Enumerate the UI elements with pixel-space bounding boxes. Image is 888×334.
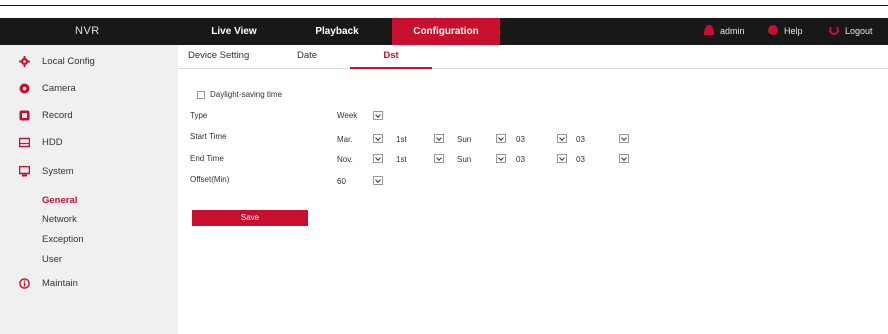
start-time-label: Start Time	[190, 132, 227, 141]
tab-date[interactable]: Date	[297, 45, 317, 67]
sidebar-item-camera[interactable]: Camera	[0, 75, 178, 102]
daylight-saving-checkbox[interactable]	[197, 91, 205, 99]
logout-label: Logout	[845, 26, 873, 36]
end-time-label: End Time	[190, 154, 224, 163]
end-week-dropdown[interactable]	[434, 154, 444, 163]
sidebar-item-hdd[interactable]: HDD	[0, 129, 178, 156]
top-navigation-bar: NVR Live View Playback Configuration adm…	[0, 18, 888, 45]
save-button[interactable]: Save	[192, 210, 308, 226]
sidebar-item-local-config[interactable]: Local Config	[0, 48, 178, 75]
admin-link[interactable]: admin	[704, 18, 745, 45]
sidebar-item-label: Camera	[42, 83, 76, 94]
sidebar-item-label: Local Config	[42, 56, 95, 67]
sidebar-subitem-general[interactable]: General	[42, 195, 77, 206]
info-icon	[19, 278, 30, 289]
top-border	[0, 0, 888, 6]
sidebar-item-label: Maintain	[42, 278, 78, 289]
admin-label: admin	[720, 26, 745, 36]
end-minute-value: 03	[576, 155, 585, 164]
type-dropdown[interactable]	[373, 111, 383, 120]
user-icon	[704, 25, 714, 35]
start-minute-value: 03	[576, 135, 585, 144]
sidebar-subitem-user[interactable]: User	[42, 254, 62, 265]
start-week-value: 1st	[396, 135, 407, 144]
sidebar-item-maintain[interactable]: Maintain	[0, 270, 178, 297]
gear-icon	[19, 56, 30, 67]
type-value: Week	[337, 111, 358, 120]
help-link[interactable]: Help	[768, 18, 803, 45]
sidebar-item-label: HDD	[42, 137, 63, 148]
offset-value: 60	[337, 177, 346, 186]
start-day-dropdown[interactable]	[496, 134, 506, 143]
tab-dst[interactable]: Dst	[350, 45, 432, 69]
camera-icon	[19, 83, 30, 94]
end-day-dropdown[interactable]	[496, 154, 506, 163]
help-icon	[768, 25, 778, 35]
logout-link[interactable]: Logout	[829, 18, 873, 45]
sidebar-subitem-network[interactable]: Network	[42, 214, 77, 225]
sidebar-item-record[interactable]: Record	[0, 102, 178, 129]
start-month-dropdown[interactable]	[373, 134, 383, 143]
end-hour-value: 03	[516, 155, 525, 164]
tab-bar: Device Setting Date Dst	[178, 45, 888, 69]
start-week-dropdown[interactable]	[434, 134, 444, 143]
sidebar: Local Config Camera Record HDD System Ge…	[0, 45, 178, 334]
end-week-value: 1st	[396, 155, 407, 164]
brand-logo: NVR	[75, 25, 100, 37]
nav-configuration[interactable]: Configuration	[392, 18, 500, 45]
record-icon	[19, 110, 30, 121]
offset-dropdown[interactable]	[373, 176, 383, 185]
end-hour-dropdown[interactable]	[557, 154, 567, 163]
end-day-value: Sun	[457, 155, 472, 164]
hdd-icon	[19, 137, 30, 148]
daylight-saving-label: Daylight-saving time	[210, 90, 283, 99]
start-day-value: Sun	[457, 135, 472, 144]
logout-icon	[829, 25, 839, 35]
sidebar-item-system[interactable]: System	[0, 158, 178, 185]
sidebar-item-label: System	[42, 166, 74, 177]
nav-playback[interactable]: Playback	[291, 18, 383, 45]
type-label: Type	[190, 111, 208, 120]
sidebar-subitem-exception[interactable]: Exception	[42, 234, 84, 245]
start-hour-dropdown[interactable]	[557, 134, 567, 143]
tab-device-setting[interactable]: Device Setting	[188, 45, 249, 67]
offset-label: Offset(Min)	[190, 175, 230, 184]
end-minute-dropdown[interactable]	[619, 154, 629, 163]
start-month-value: Mar.	[337, 135, 353, 144]
end-month-dropdown[interactable]	[373, 154, 383, 163]
end-month-value: Nov.	[337, 155, 353, 164]
monitor-icon	[19, 166, 30, 177]
sidebar-item-label: Record	[42, 110, 73, 121]
start-hour-value: 03	[516, 135, 525, 144]
help-label: Help	[784, 26, 803, 36]
nav-live-view[interactable]: Live View	[190, 18, 278, 45]
start-minute-dropdown[interactable]	[619, 134, 629, 143]
